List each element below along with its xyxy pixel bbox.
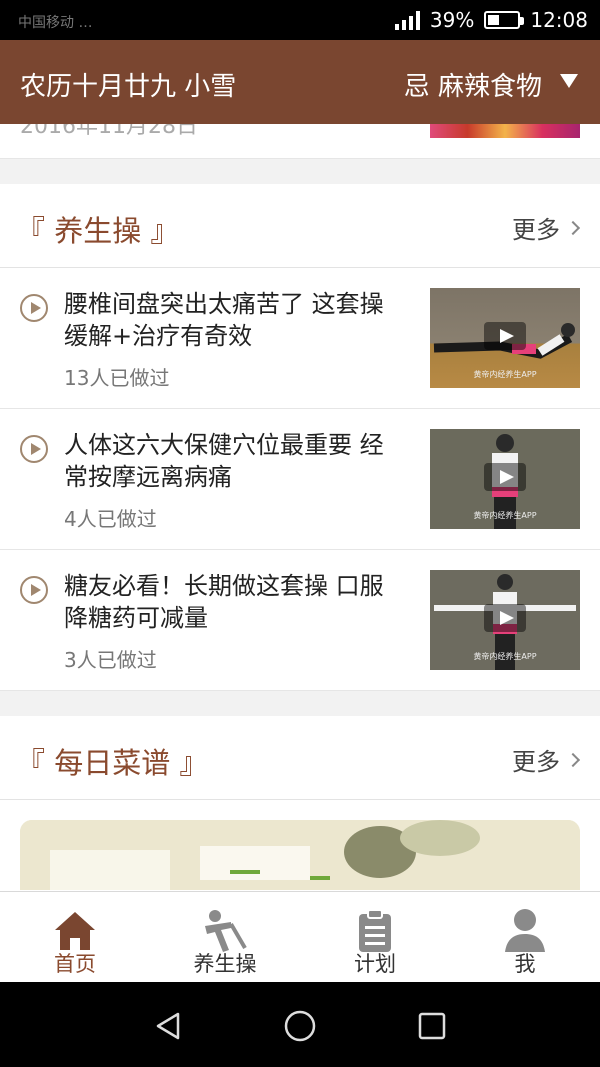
exercise-item[interactable]: 糖友必看！长期做这套操 口服降糖药可减量 3人已做过 黄帝内经养生APP: [0, 550, 600, 691]
avoid-food-label[interactable]: 忌 麻辣食物: [404, 66, 542, 103]
chevron-right-icon: [565, 220, 581, 235]
exercise-header: 『 养生操 』 更多: [0, 184, 600, 268]
exercise-section: 『 养生操 』 更多 腰椎间盘突出太痛苦了 这套操缓解+治疗有奇效 13人已做过…: [0, 184, 600, 691]
home-icon: [55, 912, 95, 950]
home-circle-icon[interactable]: [280, 1006, 320, 1046]
item-title: 腰椎间盘突出太痛苦了 这套操缓解+治疗有奇效: [64, 290, 384, 350]
section-title: 『 养生操 』: [16, 214, 180, 248]
system-nav-bar: [0, 982, 600, 1067]
more-button[interactable]: 更多: [512, 742, 581, 777]
battery-icon: [484, 11, 525, 29]
more-button[interactable]: 更多: [512, 210, 581, 245]
clock: 12:08: [530, 8, 588, 32]
video-thumbnail[interactable]: 黄帝内经养生APP: [430, 429, 580, 529]
tab-me[interactable]: 我: [450, 892, 600, 982]
back-icon[interactable]: [148, 1006, 188, 1046]
status-bar: 中国移动 … 39% 12:08: [0, 0, 600, 40]
dropdown-triangle-icon[interactable]: [560, 74, 578, 88]
previous-card[interactable]: 2016年11月28日: [0, 124, 600, 159]
thumb-caption: 黄帝内经养生APP: [473, 652, 537, 661]
card-date: 2016年11月28日: [20, 124, 198, 139]
thumb-caption: 黄帝内经养生APP: [473, 511, 537, 520]
section-title: 『 每日菜谱 』: [16, 746, 209, 780]
clipboard-icon: [359, 909, 391, 952]
item-title: 人体这六大保健穴位最重要 经常按摩远离病痛: [64, 431, 384, 491]
more-label: 更多: [512, 216, 560, 244]
exercise-icon: [205, 910, 247, 952]
tab-label: 养生操: [193, 952, 257, 976]
tab-label: 我: [514, 952, 536, 976]
thumb-caption: 黄帝内经养生APP: [473, 370, 537, 379]
recipe-image[interactable]: [20, 820, 580, 890]
video-thumbnail[interactable]: 黄帝内经养生APP: [430, 288, 580, 388]
chevron-right-icon: [565, 752, 581, 767]
recents-icon[interactable]: [412, 1006, 452, 1046]
card-image: [430, 124, 580, 138]
signal-icon: [394, 10, 420, 30]
top-bar: 农历十月廿九 小雪 忌 麻辣食物: [0, 40, 600, 124]
bottom-tab-bar: 首页 养生操 计划 我: [0, 891, 600, 982]
battery-percent: 39%: [429, 8, 475, 32]
play-circle-icon: [20, 294, 48, 322]
video-play-icon: [484, 322, 526, 350]
person-icon: [505, 909, 545, 952]
tab-exercise[interactable]: 养生操: [150, 892, 300, 982]
play-circle-icon: [20, 435, 48, 463]
tab-label: 计划: [354, 952, 396, 976]
video-play-icon: [484, 463, 526, 491]
recipe-header: 『 每日菜谱 』 更多: [0, 716, 600, 800]
item-count: 4人已做过: [64, 507, 157, 531]
video-thumbnail[interactable]: 黄帝内经养生APP: [430, 570, 580, 670]
video-play-icon: [484, 604, 526, 632]
exercise-item[interactable]: 人体这六大保健穴位最重要 经常按摩远离病痛 4人已做过 黄帝内经养生APP: [0, 409, 600, 550]
lunar-date: 农历十月廿九 小雪: [20, 72, 237, 102]
item-title: 糖友必看！长期做这套操 口服降糖药可减量: [64, 572, 384, 632]
play-circle-icon: [20, 576, 48, 604]
soup-photo: [20, 820, 580, 890]
item-count: 13人已做过: [64, 366, 170, 390]
recipe-section: 『 每日菜谱 』 更多: [0, 716, 600, 891]
carrier-text: 中国移动 …: [18, 15, 93, 31]
tab-home[interactable]: 首页: [0, 892, 150, 982]
exercise-item[interactable]: 腰椎间盘突出太痛苦了 这套操缓解+治疗有奇效 13人已做过 黄帝内经养生APP: [0, 268, 600, 409]
tab-plan[interactable]: 计划: [300, 892, 450, 982]
more-label: 更多: [512, 748, 560, 776]
item-count: 3人已做过: [64, 648, 157, 672]
tab-label: 首页: [54, 952, 96, 976]
